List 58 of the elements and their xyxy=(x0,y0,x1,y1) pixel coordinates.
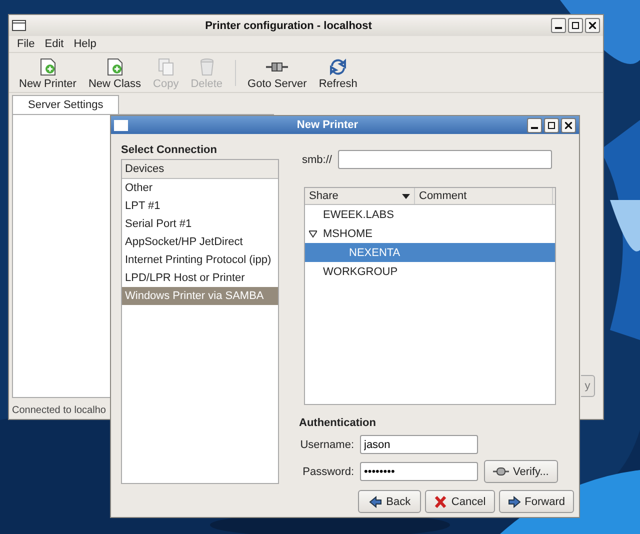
list-item[interactable]: Other xyxy=(122,179,278,197)
toolbar-button[interactable]: Goto Server xyxy=(242,58,313,90)
tree-row[interactable]: NEXENTA xyxy=(305,243,555,262)
minimize-button[interactable] xyxy=(527,118,542,132)
maximize-button[interactable] xyxy=(568,18,583,33)
minimize-button[interactable] xyxy=(551,18,566,33)
list-item[interactable]: Serial Port #1 xyxy=(122,215,278,233)
menu-item[interactable]: Edit xyxy=(44,38,64,50)
tree-row[interactable]: WORKGROUP xyxy=(305,262,555,281)
toolbar-button[interactable]: New Printer xyxy=(13,58,82,90)
field-label: Password: xyxy=(302,466,354,478)
close-button[interactable] xyxy=(561,118,576,132)
window-icon xyxy=(12,20,26,31)
close-icon xyxy=(565,122,572,128)
trash-icon xyxy=(198,58,215,76)
close-icon xyxy=(434,496,448,508)
tab[interactable]: Server Settings xyxy=(12,95,120,114)
dialog-title: New Printer xyxy=(296,119,360,131)
new-document-icon xyxy=(106,58,123,76)
window-title: Printer configuration - localhost xyxy=(204,20,373,32)
dialog-button[interactable]: Forward xyxy=(498,490,574,513)
column-header: Devices xyxy=(122,160,278,179)
plug-icon xyxy=(493,467,509,476)
right-arrow-icon xyxy=(508,496,521,508)
dialog-button[interactable]: Cancel xyxy=(425,490,495,513)
field-label: smb:// xyxy=(302,154,332,166)
menu-item[interactable]: File xyxy=(17,38,35,50)
close-icon xyxy=(589,22,596,29)
column-header[interactable]: Share xyxy=(305,188,415,204)
field-label: Username: xyxy=(299,438,354,450)
status-text: Connected to localho xyxy=(12,404,106,416)
refresh-icon xyxy=(329,58,348,76)
list-item[interactable]: AppSocket/HP JetDirect xyxy=(122,233,278,251)
new-document-icon xyxy=(40,58,56,76)
input-field[interactable]: jason xyxy=(360,435,478,454)
input-field[interactable] xyxy=(338,150,552,169)
left-arrow-icon xyxy=(369,496,382,508)
close-button[interactable] xyxy=(585,18,600,33)
maximize-icon xyxy=(548,122,555,128)
maximize-button[interactable] xyxy=(544,118,559,132)
section-heading: Select Connection xyxy=(121,144,218,156)
column-header[interactable]: Comment xyxy=(415,188,553,204)
list-item[interactable]: Internet Printing Protocol (ipp) xyxy=(122,251,278,269)
toolbar-button[interactable]: New Class xyxy=(82,58,148,90)
menu-item[interactable]: Help xyxy=(74,38,96,50)
toolbar-button[interactable]: Refresh xyxy=(312,58,364,90)
tree-row[interactable]: EWEEK.LABS xyxy=(305,205,555,224)
section-heading: Authentication xyxy=(299,417,377,429)
tree-row[interactable]: MSHOME xyxy=(305,224,555,243)
list-item[interactable]: LPT #1 xyxy=(122,197,278,215)
password-field[interactable]: •••••••• xyxy=(360,462,478,481)
verify-button[interactable]: Verify... xyxy=(484,460,558,483)
apply-button[interactable]: y xyxy=(581,375,595,397)
copy-icon xyxy=(158,58,174,76)
dialog-button[interactable]: Back xyxy=(358,490,422,513)
window-icon xyxy=(114,120,128,130)
list-item[interactable]: LPD/LPR Host or Printer xyxy=(122,269,278,287)
maximize-icon xyxy=(572,22,579,29)
